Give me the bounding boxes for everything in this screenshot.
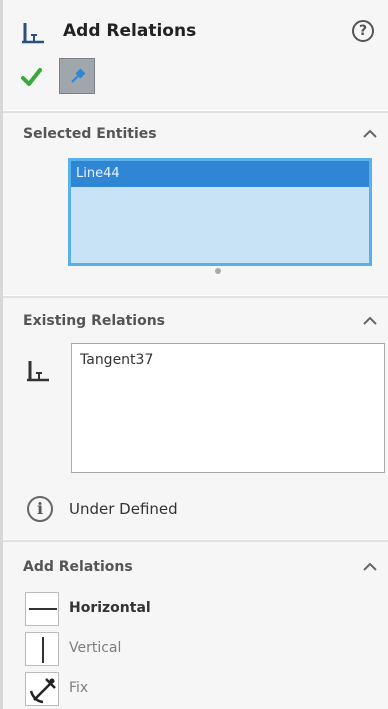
vertical-label[interactable]: Vertical <box>69 640 121 656</box>
horizontal-label[interactable]: Horizontal <box>69 600 151 616</box>
chevron-up-icon[interactable] <box>362 129 378 139</box>
add-relation-icon <box>22 23 44 44</box>
selected-entities-list[interactable]: Line44 <box>68 158 372 266</box>
list-item[interactable]: Tangent37 <box>80 352 153 368</box>
checkmark-icon[interactable] <box>20 66 42 88</box>
pushpin-icon <box>71 68 86 83</box>
horizontal-icon <box>29 608 57 610</box>
divider <box>3 539 388 542</box>
divider <box>3 295 388 298</box>
vertical-icon <box>42 637 44 663</box>
pushpin-button[interactable] <box>59 58 95 94</box>
property-manager-panel: Add Relations ? Selected Entities Line44… <box>0 0 388 709</box>
fix-anchor-icon <box>29 678 56 704</box>
vertical-button[interactable] <box>25 632 59 666</box>
fix-label[interactable]: Fix <box>69 680 88 696</box>
existing-relations-list[interactable]: Tangent37 <box>71 343 385 473</box>
info-icon: i <box>27 496 53 522</box>
section-title-selected-entities: Selected Entities <box>23 126 157 142</box>
divider <box>3 110 388 113</box>
fix-button[interactable] <box>25 672 59 706</box>
help-icon[interactable]: ? <box>352 20 374 42</box>
panel-header: Add Relations ? <box>3 0 388 108</box>
list-item[interactable]: Line44 <box>71 161 369 187</box>
resize-handle[interactable] <box>215 268 221 274</box>
status-text: Under Defined <box>69 500 178 518</box>
relation-icon <box>27 361 49 382</box>
horizontal-button[interactable] <box>25 592 59 626</box>
chevron-up-icon[interactable] <box>362 562 378 572</box>
chevron-up-icon[interactable] <box>362 316 378 326</box>
section-title-existing-relations: Existing Relations <box>23 313 166 329</box>
section-title-add-relations: Add Relations <box>23 559 133 575</box>
panel-title: Add Relations <box>63 21 197 41</box>
